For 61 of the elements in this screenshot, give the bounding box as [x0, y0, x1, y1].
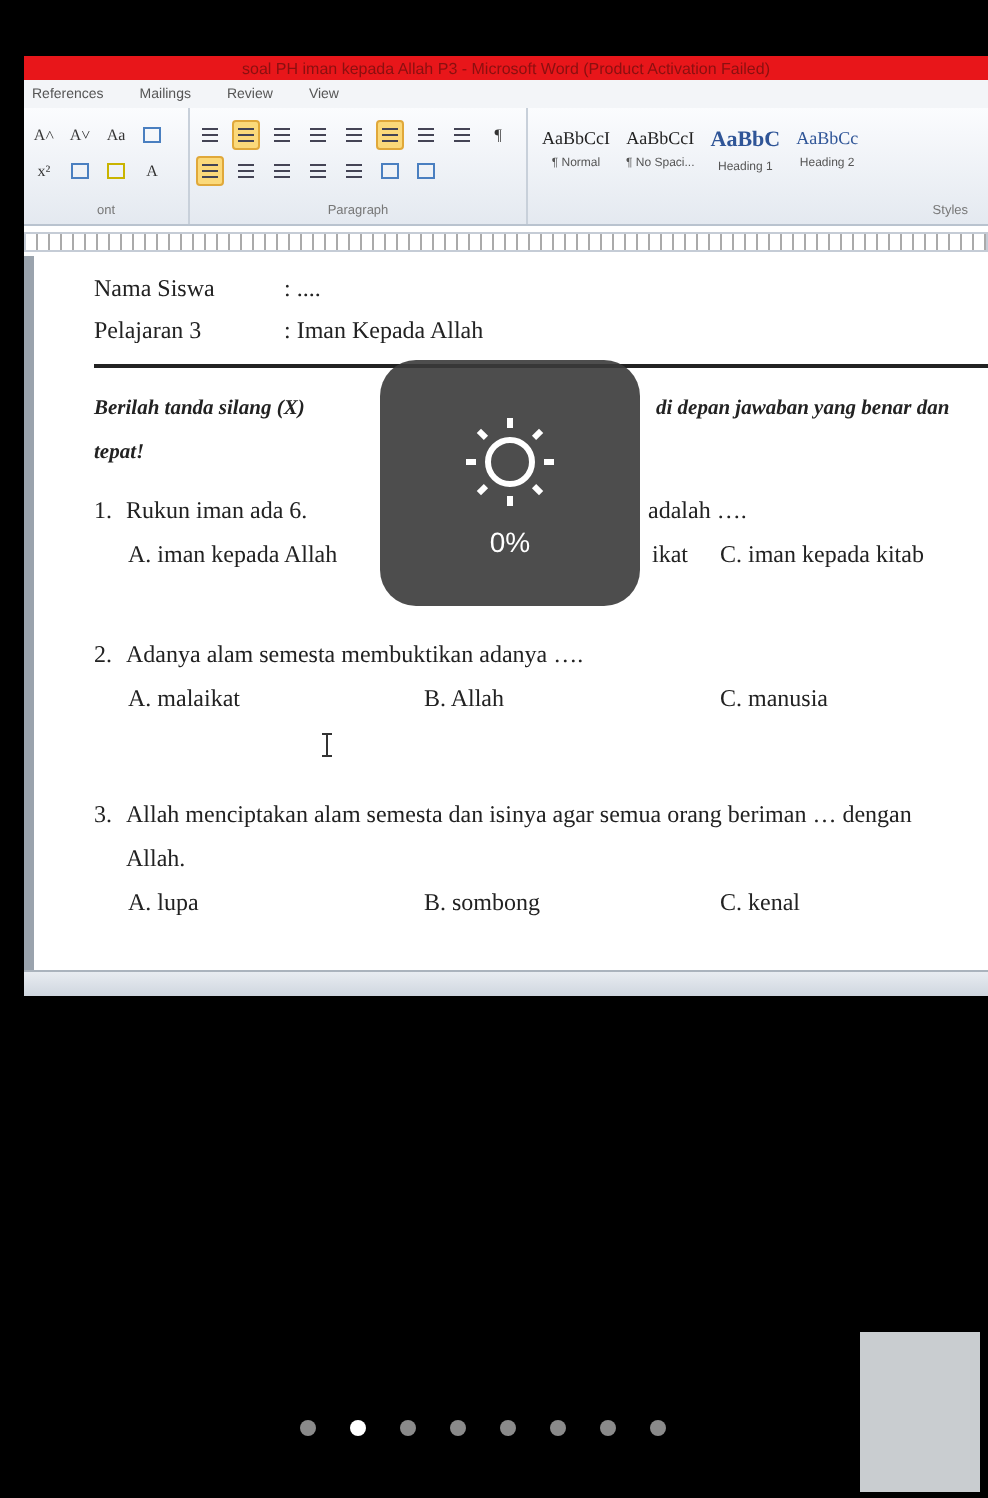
format-button[interactable]: A˄: [30, 120, 58, 150]
question-text: adalah ….: [648, 494, 749, 528]
answer-option: C. manusia: [720, 683, 828, 713]
field-label: Pelajaran 3: [94, 316, 204, 346]
question-text: Allah menciptakan alam semesta dan isinya agar semua orang beriman … dengan Allah.: [126, 798, 914, 876]
answer-option: C. iman kepada kitab: [720, 539, 924, 569]
question-number: 1.: [94, 494, 112, 528]
answer-option: A. malaikat: [128, 683, 240, 713]
lines-icon: [416, 126, 436, 144]
square-icon: [380, 162, 400, 180]
answer-option: B. Allah: [424, 683, 505, 713]
lines-icon: [308, 126, 328, 144]
answer-option: C. kenal: [720, 887, 800, 917]
square-icon: [106, 162, 126, 180]
field-value: : Iman Kepada Allah: [284, 316, 484, 346]
page-indicator-dot[interactable]: [350, 1420, 366, 1436]
lines-icon: [344, 162, 364, 180]
brightness-reading: 0%: [489, 525, 531, 557]
lines-icon: [236, 162, 256, 180]
format-button[interactable]: ¶: [484, 120, 512, 150]
window-title: soal PH iman kepada Allah P3 - Microsoft Word (Product Activation Failed): [24, 56, 988, 80]
square-icon: [416, 162, 436, 180]
page-indicator-dot[interactable]: [500, 1420, 516, 1436]
lines-icon: [200, 162, 220, 180]
page-indicator-dot[interactable]: [650, 1420, 666, 1436]
lines-icon: [308, 162, 328, 180]
toolbar-icon-button[interactable]: [232, 120, 260, 150]
toolbar-icon-button[interactable]: [196, 156, 224, 186]
format-button[interactable]: A: [138, 156, 166, 186]
question-text: Adanya alam semesta membuktikan adanya ….: [126, 638, 586, 672]
question-text: Rukun iman ada 6.: [126, 494, 310, 528]
instruction-text: di depan jawaban yang benar dan: [656, 396, 952, 424]
lines-icon: [344, 126, 364, 144]
square-icon: [142, 126, 162, 144]
field-label: Nama Siswa: [94, 274, 217, 304]
field-value: : ....: [284, 274, 321, 304]
page-indicator-dot[interactable]: [550, 1420, 566, 1436]
format-button[interactable]: Aa: [102, 120, 130, 150]
instruction-text: tepat!: [94, 442, 145, 464]
page-indicator-dot[interactable]: [300, 1420, 316, 1436]
page-indicator-dot[interactable]: [600, 1420, 616, 1436]
lines-icon: [236, 126, 256, 144]
lines-icon: [272, 162, 292, 180]
instruction-text: Berilah tanda silang (X): [94, 396, 307, 424]
answer-option: A. iman kepada Allah: [128, 539, 338, 569]
answer-option: A. lupa: [128, 887, 199, 917]
question-number: 2.: [94, 638, 112, 672]
lines-icon: [380, 126, 400, 144]
lines-icon: [200, 126, 220, 144]
format-button[interactable]: A˅: [66, 120, 94, 150]
answer-option: ikat: [652, 539, 720, 569]
question-number: 3.: [94, 798, 112, 832]
lines-icon: [272, 126, 292, 144]
format-button[interactable]: x²: [30, 156, 58, 186]
answer-option: B. sombong: [424, 887, 541, 917]
square-icon: [70, 162, 90, 180]
lines-icon: [452, 126, 472, 144]
text-cursor-icon: [320, 732, 334, 758]
page-indicator-dot[interactable]: [400, 1420, 416, 1436]
toolbar-icon-button[interactable]: [376, 120, 404, 150]
page-indicator-dot[interactable]: [450, 1420, 466, 1436]
